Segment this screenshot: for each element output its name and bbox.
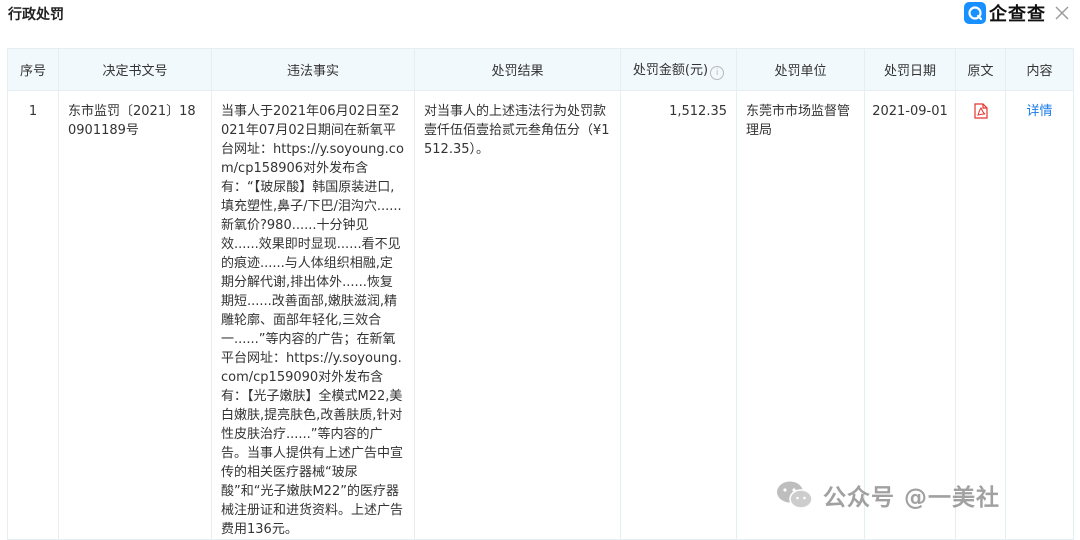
section-title: 行政处罚 — [8, 7, 64, 23]
brand-name: 企查查 — [989, 4, 1046, 25]
header-amount-label: 处罚金额(元) — [632, 63, 709, 78]
brand-logo-icon — [964, 2, 986, 24]
cell-facts: 当事人于2021年06月02日至2021年07月02日期间在新氧平台网址：htt… — [211, 90, 415, 540]
close-button[interactable] — [1052, 3, 1072, 23]
header-original: 原文 — [955, 48, 1006, 91]
pdf-icon[interactable] — [973, 103, 988, 119]
watermark: 公众号 @一美社 — [775, 478, 1000, 512]
header-amount: 处罚金额(元) i — [620, 48, 737, 91]
table-header-row: 序号 决定书文号 违法事实 处罚结果 处罚金额(元) i 处罚单位 处罚日期 原文… — [7, 48, 1074, 91]
close-icon — [1055, 6, 1069, 20]
table-row: 1 东市监罚〔2021〕180901189号 当事人于2021年06月02日至2… — [7, 90, 1074, 540]
cell-amount: 1,512.35 — [620, 90, 737, 540]
cell-result: 对当事人的上述违法行为处罚款壹仟伍佰壹拾贰元叁角伍分（¥1512.35）。 — [414, 90, 621, 540]
detail-link[interactable]: 详情 — [1026, 104, 1052, 119]
header-content: 内容 — [1005, 48, 1074, 91]
header-result: 处罚结果 — [414, 48, 621, 91]
header-index: 序号 — [7, 48, 59, 91]
header-decision-no: 决定书文号 — [58, 48, 212, 91]
cell-original — [955, 90, 1006, 540]
cell-date: 2021-09-01 — [864, 90, 956, 540]
penalty-table: 序号 决定书文号 违法事实 处罚结果 处罚金额(元) i 处罚单位 处罚日期 原文… — [7, 48, 1074, 540]
watermark-text: 公众号 @一美社 — [823, 485, 1001, 511]
info-icon[interactable]: i — [710, 66, 725, 80]
cell-unit: 东莞市市场监督管理局 — [736, 90, 865, 540]
wechat-icon — [777, 481, 813, 509]
header-unit: 处罚单位 — [736, 48, 865, 91]
header-date: 处罚日期 — [864, 48, 956, 91]
cell-decision-no: 东市监罚〔2021〕180901189号 — [58, 90, 212, 540]
brand-logo: 企查查 — [964, 1, 1046, 25]
header-facts: 违法事实 — [211, 48, 415, 91]
panel-header: 行政处罚 企查查 — [0, 0, 1080, 30]
cell-index: 1 — [7, 90, 59, 540]
cell-content: 详情 — [1005, 90, 1074, 540]
